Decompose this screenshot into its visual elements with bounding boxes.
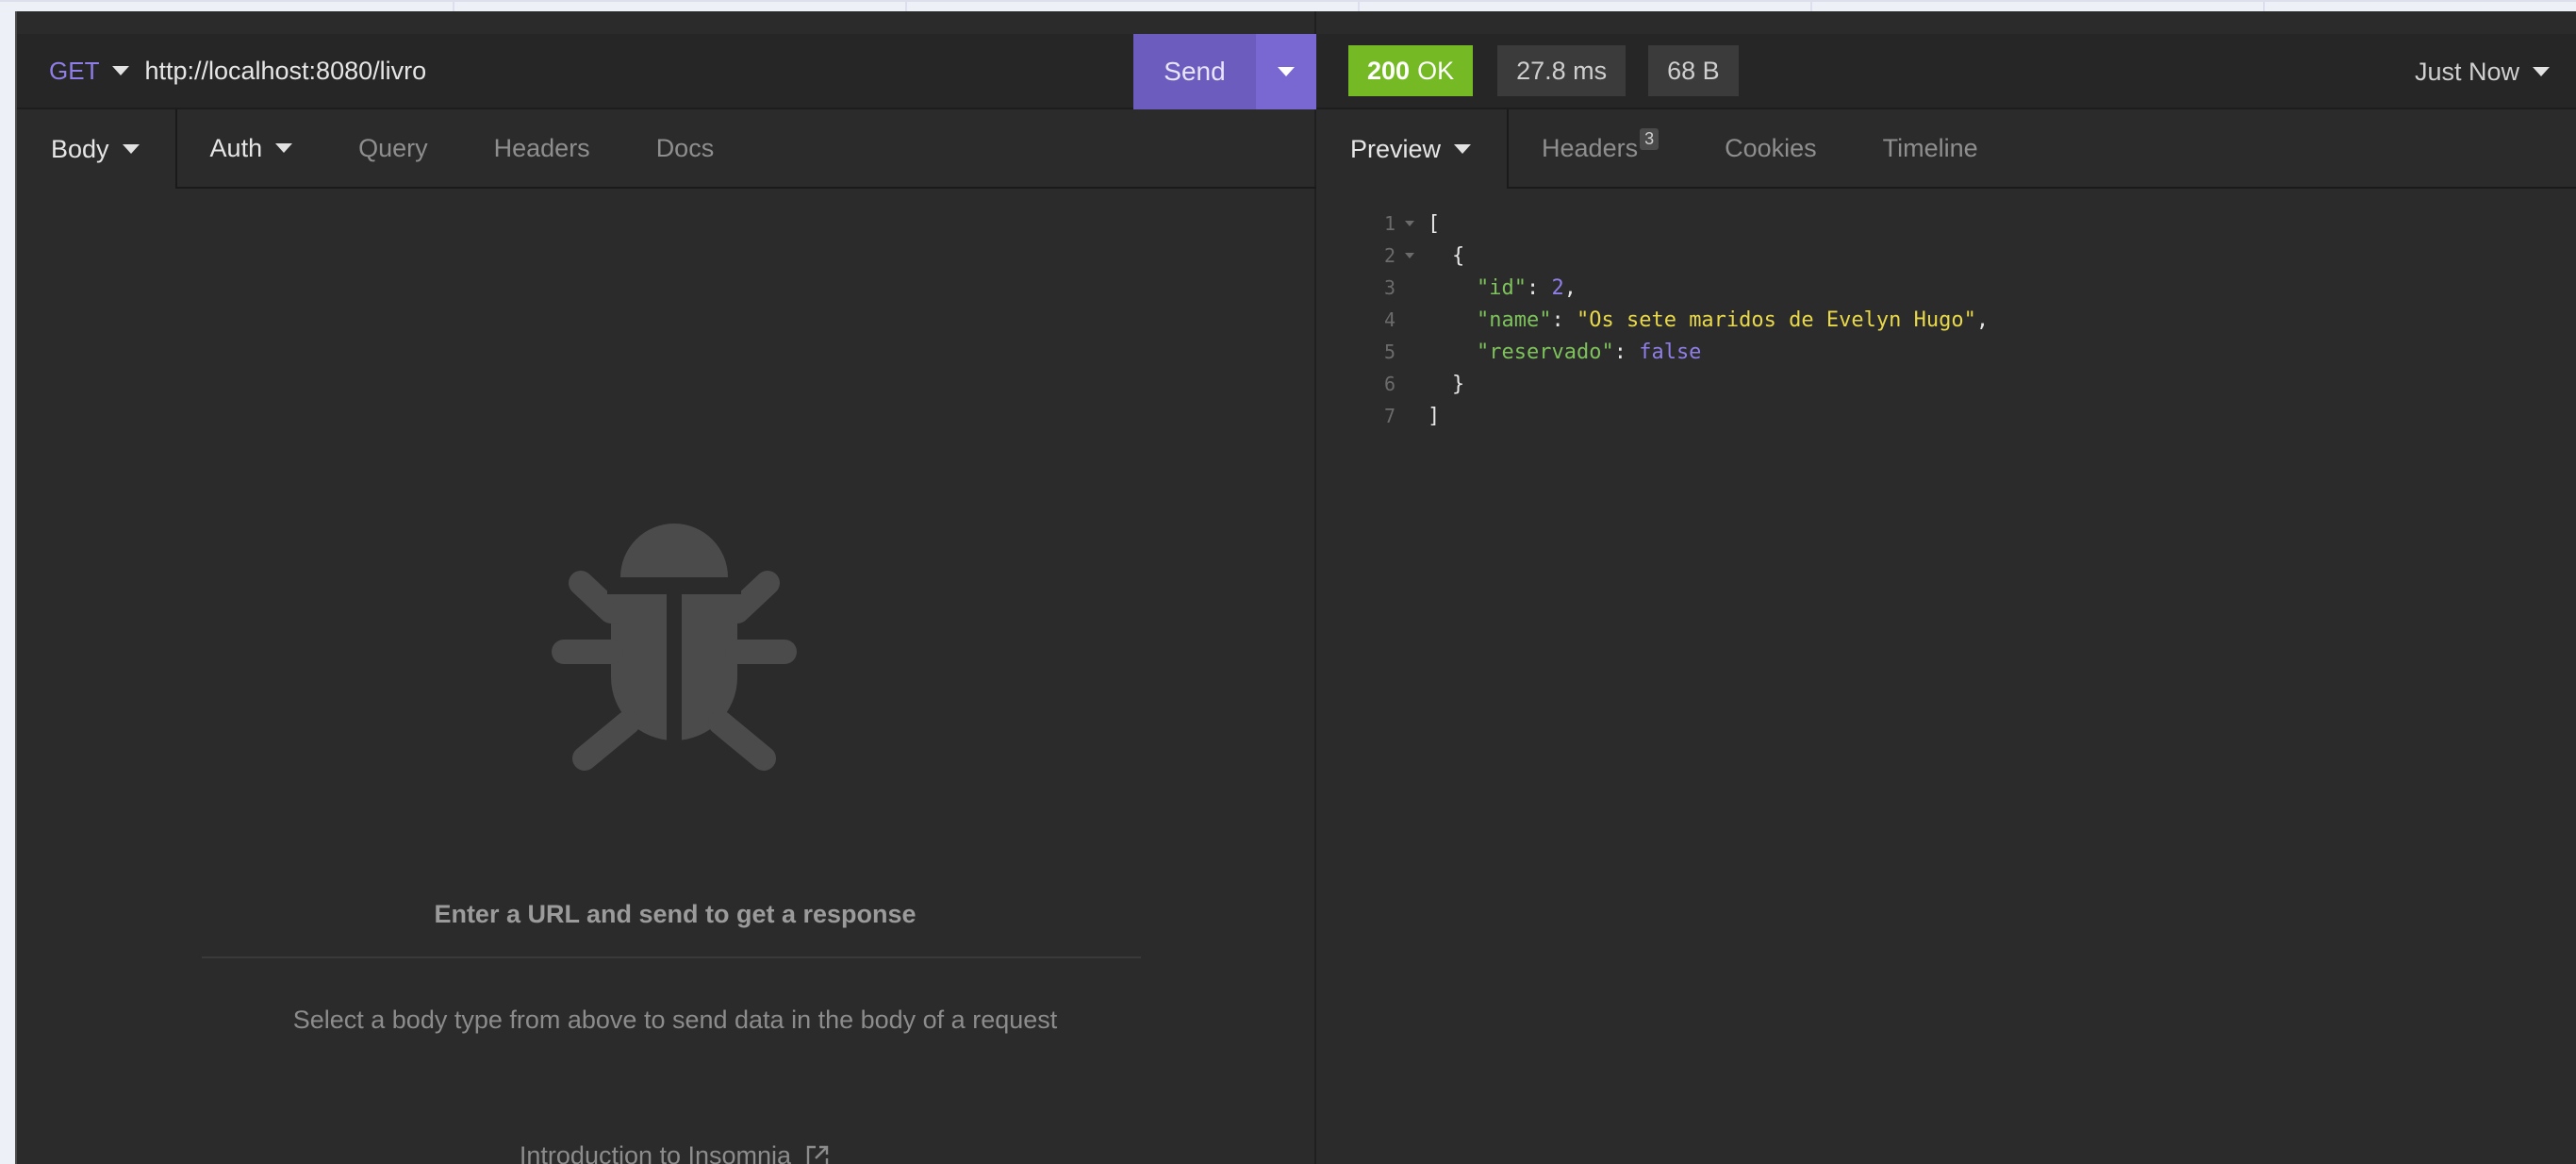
chevron-down-icon <box>1454 144 1472 154</box>
code-text: "name": "Os sete maridos de Evelyn Hugo"… <box>1477 308 1990 332</box>
line-number: 6 <box>1383 373 1395 395</box>
chevron-down-icon <box>122 144 140 154</box>
tab-timeline[interactable]: Timeline <box>1849 109 2011 189</box>
response-history-dropdown[interactable]: Just Now <box>2415 34 2550 109</box>
code-line: 2 { <box>1316 240 2576 272</box>
json-value: 2 <box>1551 275 1564 300</box>
introduction-link[interactable]: Introduction to Insomnia <box>17 1141 1333 1164</box>
tab-headers-label: Headers <box>493 133 590 162</box>
json-key: "name" <box>1477 308 1552 332</box>
json-key: "id" <box>1477 275 1527 300</box>
empty-state-subtitle: Select a body type from above to send da… <box>292 1006 1058 1034</box>
tab-cookies[interactable]: Cookies <box>1692 109 1850 189</box>
insomnia-app-window: GET Send Body Auth Query <box>15 11 2576 1164</box>
response-size-badge: 68 B <box>1648 45 1739 96</box>
headers-count-badge: 3 <box>1640 127 1660 150</box>
tab-query-label: Query <box>358 133 428 162</box>
line-number: 3 <box>1383 276 1395 299</box>
response-time: 27.8 ms <box>1516 56 1608 85</box>
tab-query[interactable]: Query <box>325 109 461 189</box>
chevron-down-icon <box>275 143 293 153</box>
method-label: GET <box>49 56 100 85</box>
response-size: 68 B <box>1667 56 1720 85</box>
tab-body-label: Body <box>51 134 109 163</box>
line-number: 4 <box>1383 308 1395 331</box>
url-input[interactable] <box>144 56 1088 86</box>
code-line: 6 } <box>1316 368 2576 400</box>
tab-preview-label: Preview <box>1350 134 1442 163</box>
line-number: 5 <box>1383 341 1395 363</box>
send-button-label: Send <box>1164 57 1226 86</box>
tab-timeline-label: Timeline <box>1882 133 1978 162</box>
send-button[interactable]: Send <box>1133 34 1256 109</box>
history-label: Just Now <box>2414 57 2519 86</box>
response-pane: 200 OK 27.8 ms 68 B Just Now Preview Hea… <box>1316 11 2576 1164</box>
request-pane: GET Send Body Auth Query <box>17 11 1316 1164</box>
code-text: "id": 2, <box>1477 275 1577 300</box>
response-status-bar: 200 OK 27.8 ms 68 B Just Now <box>1316 34 2576 109</box>
tab-docs-label: Docs <box>655 133 715 162</box>
tab-bar-filler <box>747 109 1316 189</box>
bug-icon <box>552 524 797 771</box>
tab-docs[interactable]: Docs <box>622 109 748 189</box>
code-line: 3 "id": 2, <box>1316 272 2576 304</box>
tab-auth-label: Auth <box>209 133 263 162</box>
tab-bar-filler <box>2010 109 2576 189</box>
code-line: 4 "name": "Os sete maridos de Evelyn Hug… <box>1316 304 2576 336</box>
url-bar: GET Send <box>17 34 1316 109</box>
external-link-icon <box>806 1145 829 1164</box>
code-text: "reservado": false <box>1477 340 1702 364</box>
tab-auth[interactable]: Auth <box>176 109 326 189</box>
response-json-viewer[interactable]: 1 [ 2 { 3 "id": 2, 4 "name": "Os sete ma… <box>1316 208 2576 432</box>
response-time-badge: 27.8 ms <box>1497 45 1627 96</box>
code-text: ] <box>1428 404 1441 428</box>
code-line: 1 [ <box>1316 208 2576 240</box>
tab-body[interactable]: Body <box>17 109 177 189</box>
request-tabs: Body Auth Query Headers Docs <box>17 109 1316 189</box>
status-code: 200 <box>1367 56 1411 85</box>
json-value: false <box>1639 340 1702 364</box>
response-tabs: Preview Headers 3 Cookies Timeline <box>1316 109 2576 189</box>
code-line: 7 ] <box>1316 400 2576 432</box>
code-line: 5 "reservado": false <box>1316 336 2576 368</box>
fold-toggle-icon[interactable] <box>1403 217 1416 230</box>
json-key: "reservado" <box>1477 340 1614 364</box>
json-value: "Os sete maridos de Evelyn Hugo" <box>1576 308 1976 332</box>
tab-cookies-label: Cookies <box>1725 133 1817 162</box>
line-number: 1 <box>1383 212 1395 235</box>
send-options-button[interactable] <box>1256 34 1316 109</box>
introduction-link-label: Introduction to Insomnia <box>519 1141 792 1164</box>
chevron-down-icon <box>2533 67 2550 76</box>
status-badge: 200 OK <box>1348 45 1474 96</box>
tab-response-headers-label: Headers <box>1542 133 1639 162</box>
code-text: } <box>1452 372 1465 396</box>
code-text: [ <box>1428 211 1441 236</box>
tab-response-headers[interactable]: Headers 3 <box>1509 109 1693 189</box>
tab-headers[interactable]: Headers <box>460 109 623 189</box>
empty-state-divider <box>202 956 1141 958</box>
code-text: { <box>1452 243 1465 268</box>
line-number: 7 <box>1383 405 1395 427</box>
fold-toggle-icon[interactable] <box>1403 249 1416 262</box>
status-text: OK <box>1417 56 1455 85</box>
chevron-down-icon <box>112 66 130 75</box>
method-selector[interactable]: GET <box>49 56 130 86</box>
chevron-down-icon <box>1278 67 1295 76</box>
tab-preview[interactable]: Preview <box>1316 109 1510 189</box>
line-number: 2 <box>1383 244 1395 267</box>
empty-state-title: Enter a URL and send to get a response <box>434 900 916 928</box>
